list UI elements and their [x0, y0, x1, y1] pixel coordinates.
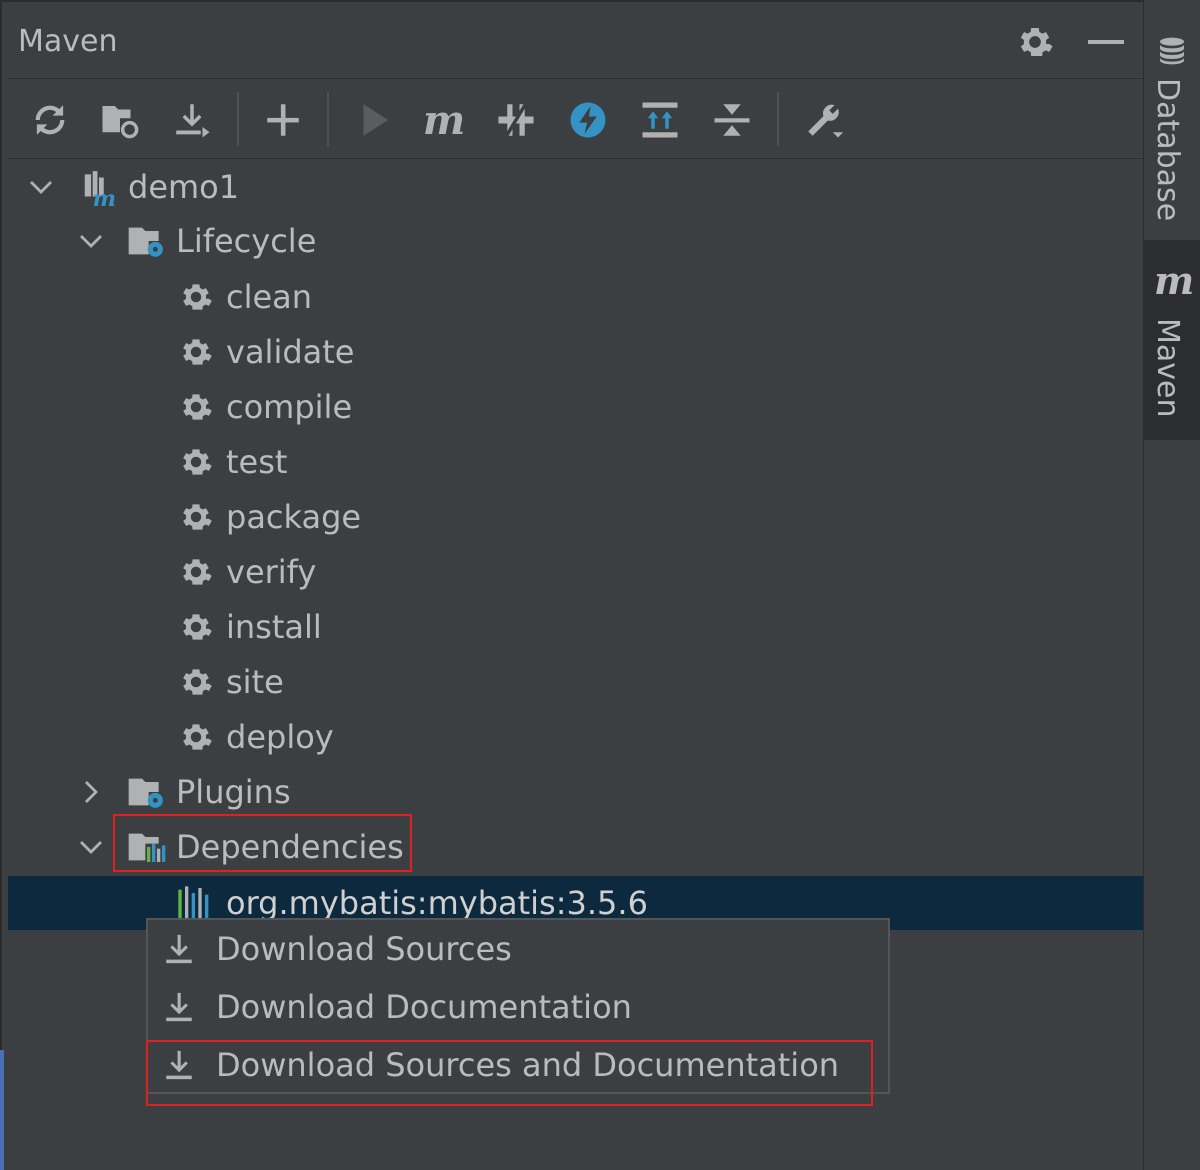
dependency-label: org.mybatis:mybatis:3.5.6: [226, 884, 648, 922]
lifecycle-goal-deploy[interactable]: deploy: [178, 712, 334, 762]
collapse-all-icon[interactable]: [708, 96, 756, 144]
toggle-skip-tests-icon[interactable]: [492, 96, 540, 144]
toolbar-separator: [327, 92, 329, 146]
offline-lightning-icon[interactable]: [564, 96, 612, 144]
toolbar-separator: [237, 92, 239, 146]
goal-label: package: [226, 498, 362, 536]
maven-project-icon: m: [84, 171, 116, 206]
settings-wrench-icon[interactable]: [800, 96, 848, 144]
goal-label: site: [226, 663, 284, 701]
folder-gear-icon: [128, 227, 163, 257]
goal-label: validate: [226, 333, 355, 371]
download-icon: [166, 1050, 192, 1080]
title-bar: [8, 10, 1143, 79]
folder-plugin-icon: [128, 778, 163, 808]
lifecycle-goal-clean[interactable]: clean: [178, 272, 312, 322]
lifecycle-label: Lifecycle: [176, 222, 317, 260]
run-icon[interactable]: [350, 96, 398, 144]
window-title: Maven: [18, 24, 118, 59]
gear-icon: [183, 504, 212, 530]
menu-item-label: Download Sources and Documentation: [216, 1046, 840, 1084]
lifecycle-goal-verify[interactable]: verify: [178, 547, 316, 597]
menu-item-label: Download Sources: [216, 930, 512, 968]
toolbar-separator: [777, 92, 779, 146]
gear-icon: [183, 724, 212, 750]
maven-m-icon[interactable]: m: [420, 96, 468, 144]
lifecycle-goal-package[interactable]: package: [178, 492, 361, 542]
gear-icon: [183, 614, 212, 640]
maven-tab-m-icon: m: [1154, 258, 1195, 303]
download-icon: [166, 934, 192, 964]
plugins-label: Plugins: [176, 773, 291, 811]
goal-label: compile: [226, 388, 353, 426]
lifecycle-goal-install[interactable]: install: [178, 602, 322, 652]
goal-label: deploy: [226, 718, 334, 756]
menu-item-label: Download Documentation: [216, 988, 632, 1026]
show-dependencies-icon[interactable]: [636, 96, 684, 144]
chevron-down-icon[interactable]: [76, 226, 106, 256]
reload-icon[interactable]: [26, 96, 74, 144]
goal-label: verify: [226, 553, 317, 591]
svg-text:m: m: [93, 186, 116, 206]
folder-sync-icon[interactable]: [96, 96, 144, 144]
lifecycle-goal-validate[interactable]: validate: [178, 327, 354, 377]
add-icon[interactable]: [259, 96, 307, 144]
gear-icon[interactable]: [1015, 22, 1055, 62]
minimize-icon[interactable]: [1088, 40, 1124, 44]
project-label: demo1: [128, 168, 240, 206]
gear-icon: [183, 449, 212, 475]
tree-item-lifecycle[interactable]: Lifecycle: [126, 216, 316, 266]
goal-label: test: [226, 443, 288, 481]
folder-library-icon: [128, 833, 166, 862]
tree-item-project[interactable]: m demo1: [80, 162, 239, 212]
database-icon[interactable]: [1156, 34, 1188, 68]
lifecycle-goal-compile[interactable]: compile: [178, 382, 352, 432]
tree-item-dependencies[interactable]: Dependencies: [126, 822, 404, 872]
menu-item-download-sources-and-documentation[interactable]: Download Sources and Documentation: [162, 1040, 839, 1090]
goal-label: clean: [226, 278, 313, 316]
goal-label: install: [226, 608, 322, 646]
menu-item-download-documentation[interactable]: Download Documentation: [162, 982, 632, 1032]
gear-icon: [183, 669, 212, 695]
tree-item-plugins[interactable]: Plugins: [126, 767, 291, 817]
download-icon[interactable]: [168, 96, 216, 144]
gear-icon: [183, 394, 212, 420]
database-tab[interactable]: Database: [1150, 78, 1185, 221]
maven-tab-label[interactable]: Maven: [1150, 318, 1185, 418]
lifecycle-goal-test[interactable]: test: [178, 437, 287, 487]
menu-item-download-sources[interactable]: Download Sources: [162, 924, 512, 974]
gear-icon: [183, 559, 212, 585]
gear-icon: [183, 284, 212, 310]
dependencies-label: Dependencies: [176, 828, 404, 866]
download-icon: [166, 992, 192, 1022]
chevron-right-icon[interactable]: [76, 777, 106, 807]
chevron-down-icon[interactable]: [26, 172, 56, 202]
gear-icon: [183, 339, 212, 365]
chevron-down-icon[interactable]: [76, 832, 106, 862]
lifecycle-goal-site[interactable]: site: [178, 657, 284, 707]
left-edge-bar: [0, 1050, 4, 1170]
library-icon: [178, 886, 209, 918]
